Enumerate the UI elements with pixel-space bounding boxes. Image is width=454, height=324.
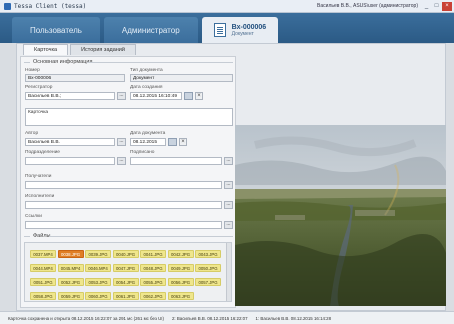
top-navigation: Пользователь Администратор Вх-000006 Док… [0, 13, 454, 43]
file-chip[interactable]: 0047.JPG [112, 264, 139, 272]
tab-task-history[interactable]: История заданий [70, 44, 136, 55]
links-label: Ссылки [25, 214, 42, 219]
tab-user[interactable]: Пользователь [12, 17, 100, 43]
recipients-label: Получатели [25, 174, 52, 179]
division-select-button[interactable]: ... [117, 157, 126, 165]
file-chip[interactable]: 0062.JPG [140, 292, 166, 300]
file-chip[interactable]: 0038.JPG [57, 250, 84, 258]
file-chip[interactable]: 0063.JPG [167, 292, 194, 300]
file-preview-image [235, 125, 446, 306]
tab-document-title: Вх-000006 [231, 23, 267, 31]
registrar-label: Регистратор [25, 85, 53, 90]
signer-label: Подписано [130, 150, 155, 155]
number-field: Вх-000006 [25, 74, 125, 82]
card-page: Карточка История заданий Основная информ… [16, 43, 446, 311]
file-chip[interactable]: 0046.MP4 [85, 264, 111, 272]
file-chip[interactable]: 0057.JPG [195, 278, 221, 286]
docdate-field[interactable]: 08.12.2015 [130, 138, 166, 146]
file-chip[interactable]: 0054.JPG [112, 278, 139, 286]
recipients-field[interactable] [25, 181, 222, 189]
author-field[interactable]: Васильев В.В. [25, 138, 115, 146]
document-icon [213, 23, 226, 37]
docdate-label: Дата документа [130, 131, 166, 136]
registrar-field[interactable]: Васильев В.В.; [25, 92, 115, 100]
executors-select-button[interactable]: ... [224, 201, 233, 209]
file-chip[interactable]: 0055.JPG [140, 278, 166, 286]
note-field[interactable]: Карточка [25, 108, 233, 126]
clear-created-button[interactable]: × [195, 92, 203, 100]
doctype-field: Документ [130, 74, 233, 82]
signer-select-button[interactable]: ... [224, 157, 233, 165]
tab-document[interactable]: Вх-000006 Документ [201, 17, 279, 43]
doctype-label: Тип документа [130, 68, 163, 73]
file-chip[interactable]: 0041.JPG [140, 250, 166, 258]
executors-label: Исполнители [25, 194, 55, 199]
file-chip[interactable]: 0061.JPG [112, 292, 139, 300]
file-chip[interactable]: 0050.JPG [195, 264, 221, 272]
file-chip[interactable]: 0056.JPG [167, 278, 194, 286]
file-chip[interactable]: 0048.JPG [140, 264, 166, 272]
file-chip[interactable]: 0059.JPG [57, 292, 84, 300]
group-line [87, 62, 233, 63]
card-form: Основная информация Номер Вх-000006 Тип … [20, 56, 236, 308]
tab-admin[interactable]: Администратор [103, 17, 198, 43]
links-field[interactable] [25, 221, 222, 229]
files-list: 0037.MP4 0038.JPG 0039.JPG 0040.JPG 0041.JPG… [24, 242, 232, 302]
file-chip[interactable]: 0051.JPG [30, 278, 56, 286]
window-titlebar: Tessa Client (tessa) Васильев В.В., ASUS… [0, 0, 454, 13]
file-chip[interactable]: 0042.JPG [167, 250, 194, 258]
number-label: Номер [25, 68, 40, 73]
files-title: Файлы [33, 233, 51, 239]
file-chip[interactable]: 0053.JPG [85, 278, 111, 286]
executors-field[interactable] [25, 201, 222, 209]
file-chip[interactable]: 0052.JPG [57, 278, 84, 286]
file-chip[interactable]: 0039.JPG [85, 250, 111, 258]
file-chip[interactable]: 0049.JPG [167, 264, 194, 272]
close-button[interactable]: × [442, 1, 452, 11]
division-field[interactable] [25, 157, 115, 165]
file-chip[interactable]: 0043.JPG [195, 250, 221, 258]
file-chip[interactable]: 0037.MP4 [30, 250, 56, 258]
status-saved: Карточка сохранена и открыта 08.12.2015 … [8, 315, 164, 321]
signer-field[interactable] [130, 157, 222, 165]
status-history-1[interactable]: 1: Васильев В.В. 08.12.2015 16:14:28 [256, 316, 332, 321]
recipients-select-button[interactable]: ... [224, 181, 233, 189]
group-title: Основная информация [33, 59, 93, 65]
created-label: Дата создания [130, 85, 163, 90]
calendar-icon[interactable] [184, 92, 193, 100]
status-history-2[interactable]: 2: Васильев В.В. 08.12.2015 16:22:07 [172, 316, 248, 321]
file-chip[interactable]: 0045.MP4 [57, 264, 84, 272]
file-chip[interactable]: 0044.MP4 [30, 264, 56, 272]
clear-docdate-button[interactable]: × [179, 138, 187, 146]
card-tabs: Карточка История заданий [23, 44, 138, 56]
author-label: Автор [25, 131, 39, 136]
tab-card[interactable]: Карточка [23, 44, 69, 55]
status-bar: Карточка сохранена и открыта 08.12.2015 … [0, 311, 454, 324]
minimize-button[interactable]: _ [422, 2, 431, 11]
links-select-button[interactable]: ... [224, 221, 233, 229]
file-chip[interactable]: 0060.JPG [85, 292, 111, 300]
tab-admin-label: Администратор [121, 25, 180, 35]
created-field[interactable]: 08.12.2015 16:10:49 [130, 92, 182, 100]
tab-user-label: Пользователь [30, 25, 82, 35]
files-line [24, 236, 30, 237]
file-chip[interactable]: 0040.JPG [112, 250, 139, 258]
files-scrollbar[interactable] [226, 243, 231, 301]
registrar-select-button[interactable]: ... [117, 92, 126, 100]
calendar-icon[interactable] [168, 138, 177, 146]
app-icon [4, 2, 11, 10]
current-user: Васильев В.В., ASUS\user (администратор) [317, 3, 418, 9]
division-label: Подразделение [25, 150, 60, 155]
maximize-button[interactable]: □ [432, 2, 441, 11]
author-select-button[interactable]: ... [117, 138, 126, 146]
files-line [49, 236, 233, 237]
group-line [24, 62, 30, 63]
tab-document-subtitle: Документ [231, 30, 254, 37]
landscape-image [235, 125, 446, 306]
file-chip[interactable]: 0058.JPG [30, 292, 56, 300]
window-title: Tessa Client (tessa) [14, 2, 87, 10]
